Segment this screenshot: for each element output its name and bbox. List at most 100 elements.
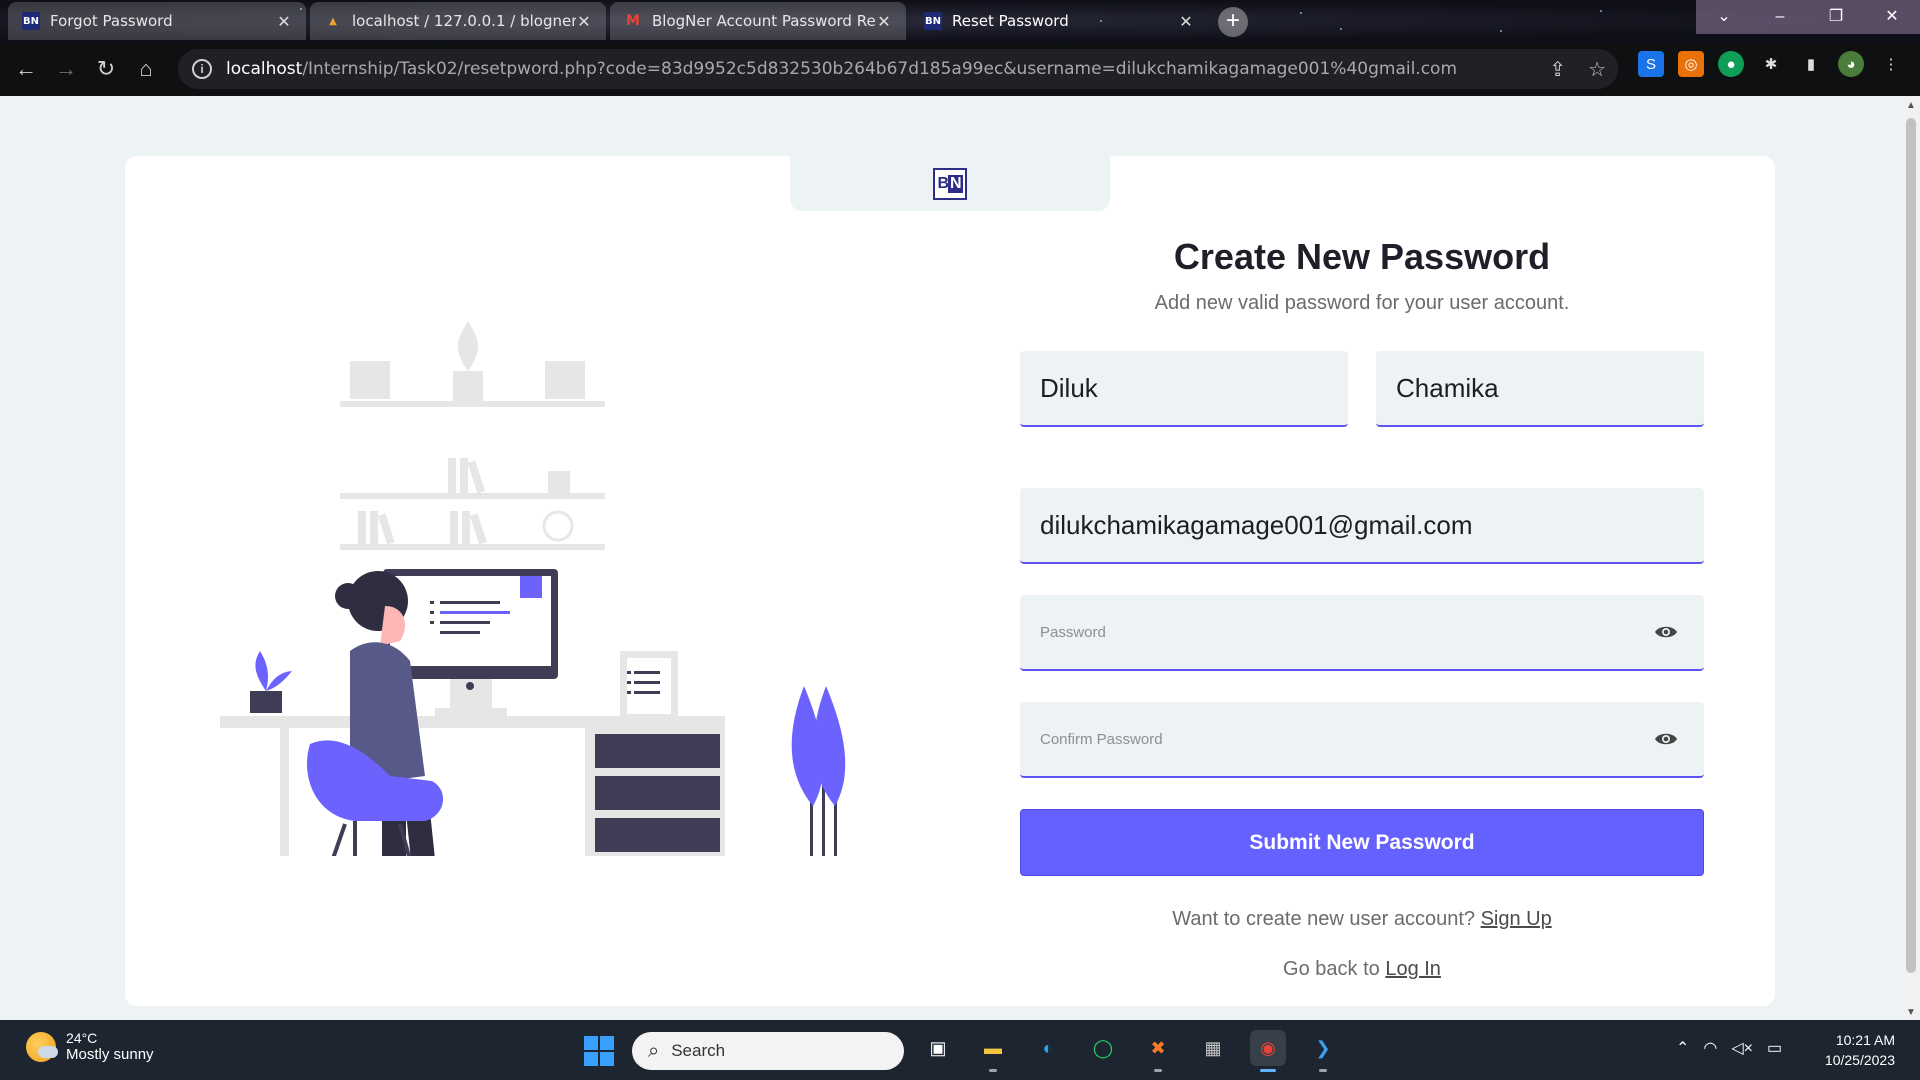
first-name-field[interactable]: Diluk: [1020, 351, 1348, 427]
password-input[interactable]: Password: [1020, 595, 1704, 671]
browser-tab-reset-password[interactable]: BN Reset Password ✕: [910, 2, 1208, 40]
password-placeholder: Password: [1040, 623, 1106, 641]
close-tab-icon[interactable]: ✕: [1178, 12, 1194, 31]
edge-icon[interactable]: ◐: [1030, 1030, 1066, 1066]
back-icon[interactable]: ←: [6, 49, 46, 89]
scrollbar-thumb[interactable]: [1906, 118, 1916, 973]
home-icon[interactable]: ⌂: [126, 49, 166, 89]
close-tab-icon[interactable]: ✕: [576, 12, 592, 31]
confirm-password-placeholder: Confirm Password: [1040, 730, 1163, 748]
phpmyadmin-logo-icon: ▲: [329, 15, 337, 27]
calculator-icon[interactable]: ▦: [1195, 1030, 1231, 1066]
tab-title: Reset Password: [952, 12, 1069, 30]
login-line: Go back to Log In: [1020, 958, 1704, 981]
signup-line: Want to create new user account? Sign Up: [1020, 908, 1704, 931]
puzzle-extensions-icon[interactable]: ✱: [1758, 51, 1784, 77]
star-dot: [1600, 10, 1602, 12]
address-bar[interactable]: i localhost/Internship/Task02/resetpword…: [178, 49, 1618, 89]
star-dot: [1340, 28, 1342, 30]
partly-sunny-icon: [26, 1031, 58, 1062]
star-dot: [1500, 30, 1502, 32]
forward-icon[interactable]: →: [46, 49, 86, 89]
close-tab-icon[interactable]: ✕: [876, 12, 892, 31]
search-icon: ⌕: [648, 1039, 660, 1062]
page-subtitle: Add new valid password for your user acc…: [1154, 292, 1570, 314]
tab-title: localhost / 127.0.0.1 / blogner /: [352, 12, 576, 30]
xampp-icon[interactable]: ✖: [1140, 1030, 1176, 1072]
share-icon[interactable]: ⇪: [1549, 57, 1566, 82]
email-value: dilukchamikagamage001@gmail.com: [1040, 509, 1473, 540]
page-scrollbar[interactable]: ▲ ▼: [1902, 96, 1920, 1020]
skype-extension-icon[interactable]: S: [1638, 51, 1664, 77]
windows-start-icon[interactable]: [584, 1036, 614, 1066]
taskbar-clock[interactable]: 10:21 AM 10/25/2023: [1825, 1030, 1895, 1070]
bookmark-star-icon[interactable]: ☆: [1588, 57, 1606, 82]
browser-tab-forgot-password[interactable]: BN Forgot Password ✕: [8, 2, 306, 40]
scroll-down-icon[interactable]: ▼: [1906, 1007, 1916, 1018]
star-dot: [1300, 12, 1302, 14]
submit-new-password-button[interactable]: Submit New Password: [1020, 809, 1704, 876]
extension-icon[interactable]: ●: [1718, 51, 1744, 77]
chevron-up-icon[interactable]: ⌃: [1676, 1038, 1689, 1058]
new-tab-button[interactable]: +: [1218, 7, 1248, 37]
browser-tab-gmail[interactable]: M BlogNer Account Password Rese ✕: [610, 2, 906, 40]
battery-icon[interactable]: ▭: [1767, 1038, 1782, 1058]
volume-muted-icon[interactable]: ◁×: [1731, 1038, 1753, 1058]
url-text[interactable]: localhost/Internship/Task02/resetpword.p…: [226, 59, 1457, 79]
restore-icon[interactable]: ❐: [1808, 0, 1864, 34]
windows-taskbar: 24°C Mostly sunny ⌕ Search ▣ ▬ ◐ ◯ ✖ ▦ ◉…: [0, 1020, 1920, 1080]
log-in-link[interactable]: Log In: [1385, 958, 1441, 980]
first-name-value: Diluk: [1040, 372, 1098, 403]
show-password-eye-icon[interactable]: [1654, 624, 1678, 640]
blogner-logo: BN: [933, 167, 967, 200]
extensions-area: S ◎ ● ✱ ▮ ◕ ⋮: [1638, 51, 1904, 77]
login-prompt: Go back to: [1283, 958, 1380, 980]
clock-time: 10:21 AM: [1835, 1032, 1895, 1048]
url-host: localhost: [226, 59, 303, 79]
vscode-icon[interactable]: ❯: [1305, 1030, 1341, 1072]
site-info-icon[interactable]: i: [192, 59, 212, 79]
close-tab-icon[interactable]: ✕: [276, 12, 292, 31]
task-view-icon[interactable]: ▣: [920, 1030, 956, 1066]
sign-up-link[interactable]: Sign Up: [1481, 908, 1552, 930]
signup-prompt: Want to create new user account?: [1172, 908, 1476, 930]
browser-tab-strip: BN Forgot Password ✕ ▲ localhost / 127.0…: [0, 0, 1920, 42]
reload-icon[interactable]: ↻: [86, 49, 126, 89]
side-panel-icon[interactable]: ▮: [1798, 51, 1824, 77]
gmail-logo-icon: M: [626, 13, 640, 29]
logo-letter: B: [937, 174, 949, 192]
show-confirm-password-eye-icon[interactable]: [1654, 731, 1678, 747]
weather-description: Mostly sunny: [66, 1046, 154, 1063]
window-controls: ⌄ – ❐ ✕: [1696, 0, 1920, 34]
minimize-icon[interactable]: –: [1752, 0, 1808, 34]
logo-letter: N: [948, 174, 963, 193]
close-window-icon[interactable]: ✕: [1864, 0, 1920, 34]
tab-search-icon[interactable]: ⌄: [1696, 0, 1752, 34]
browser-tab-phpmyadmin[interactable]: ▲ localhost / 127.0.0.1 / blogner / ✕: [310, 2, 606, 40]
wifi-icon[interactable]: ◠: [1703, 1038, 1717, 1058]
page-title: Create New Password: [1173, 236, 1551, 277]
last-name-field[interactable]: Chamika: [1376, 351, 1704, 427]
weather-widget[interactable]: 24°C Mostly sunny: [26, 1030, 154, 1063]
tab-title: Forgot Password: [50, 12, 173, 30]
whatsapp-icon[interactable]: ◯: [1085, 1030, 1121, 1066]
logo-tab: BN: [790, 156, 1110, 211]
file-explorer-icon[interactable]: ▬: [975, 1030, 1011, 1072]
taskbar-apps: ▣ ▬ ◐ ◯ ✖ ▦ ◉ ❯: [920, 1030, 1341, 1072]
clock-date: 10/25/2023: [1824, 1052, 1895, 1068]
chrome-icon[interactable]: ◉: [1250, 1030, 1286, 1072]
extension-icon[interactable]: ◎: [1678, 51, 1704, 77]
system-tray: ⌃ ◠ ◁× ▭: [1676, 1038, 1782, 1058]
omnibox-actions: ⇪ ☆: [1549, 57, 1606, 82]
profile-avatar[interactable]: ◕: [1838, 51, 1864, 77]
blogner-logo-icon: BN: [22, 12, 40, 30]
workspace-illustration: [220, 321, 846, 856]
browser-toolbar: ← → ↻ ⌂ i localhost/Internship/Task02/re…: [0, 42, 1920, 96]
confirm-password-input[interactable]: Confirm Password: [1020, 702, 1704, 778]
menu-kebab-icon[interactable]: ⋮: [1878, 51, 1904, 77]
email-field[interactable]: dilukchamikagamage001@gmail.com: [1020, 488, 1704, 564]
scroll-up-icon[interactable]: ▲: [1906, 100, 1916, 111]
reset-form: Create New Password Add new valid passwo…: [1020, 236, 1704, 315]
taskbar-search[interactable]: ⌕ Search: [632, 1032, 904, 1070]
blogner-logo-icon: BN: [924, 12, 942, 30]
